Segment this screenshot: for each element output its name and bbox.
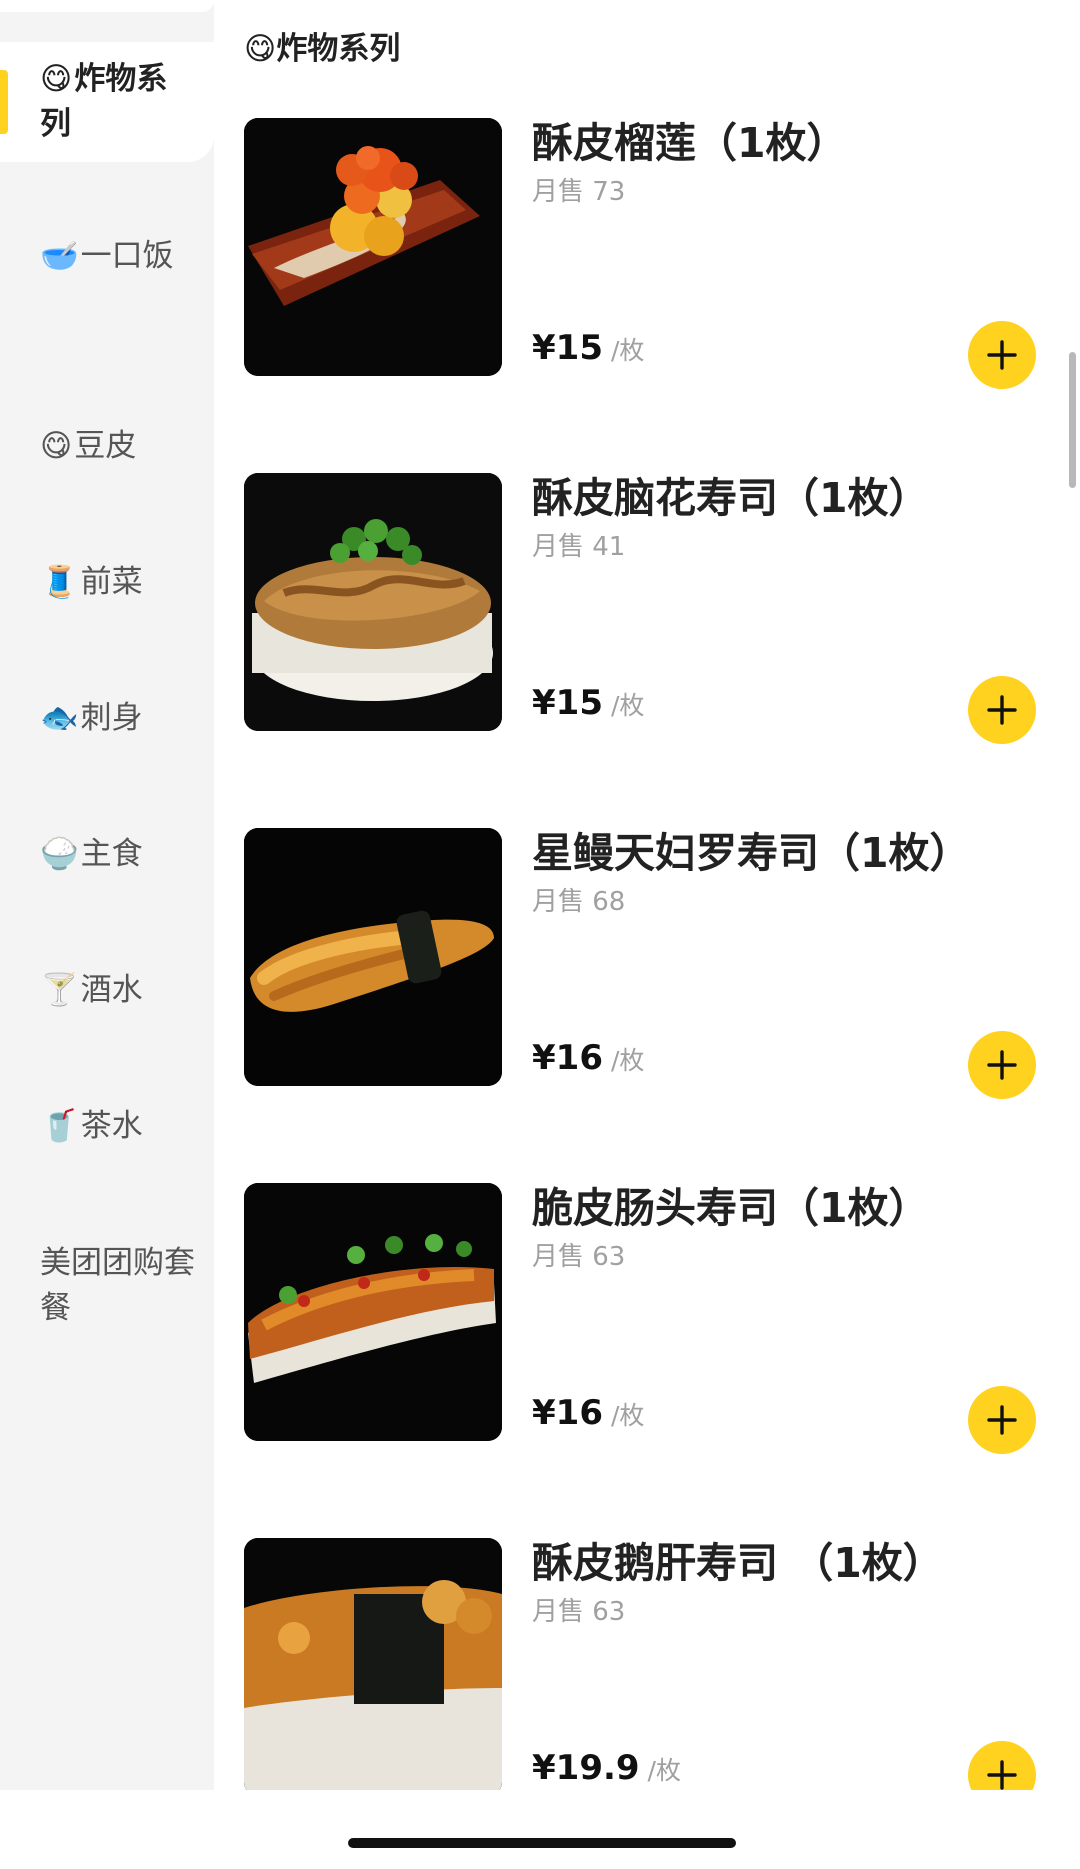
- menu-item[interactable]: 酥皮榴莲（1枚） 月售 73 ¥15/枚: [244, 118, 1080, 389]
- category-emoji-icon: 🧵: [40, 563, 79, 600]
- price-unit: /枚: [610, 336, 645, 365]
- category-staple[interactable]: 🍚主食: [0, 794, 214, 914]
- price: ¥16/枚: [532, 1389, 644, 1443]
- menu-item[interactable]: 酥皮脑花寿司（1枚） 月售 41 ¥15/枚: [244, 473, 1080, 744]
- category-sidebar: 😋炸物系列 🥣一口饭 😋豆皮 🧵前菜 🐟刺身 🍚主食 🍸酒水 🥤茶水 美团团购套…: [0, 0, 214, 1790]
- category-tea[interactable]: 🥤茶水: [0, 1066, 214, 1186]
- category-emoji-icon: 🍸: [40, 971, 79, 1008]
- section-title: 😋炸物系列: [244, 26, 400, 72]
- category-emoji-icon: 🐟: [40, 699, 79, 736]
- category-fried[interactable]: 😋炸物系列: [0, 42, 214, 162]
- category-label: 一口饭: [80, 237, 174, 274]
- price: ¥15/枚: [532, 679, 644, 733]
- dish-name: 星鳗天妇罗寿司（1枚）: [532, 829, 971, 877]
- home-indicator[interactable]: [348, 1838, 736, 1848]
- category-appetizer[interactable]: 🧵前菜: [0, 522, 214, 642]
- dish-photo[interactable]: [244, 473, 502, 731]
- category-label: 前菜: [80, 563, 143, 600]
- add-to-cart-button[interactable]: [968, 1031, 1036, 1099]
- price: ¥15/枚: [532, 324, 644, 378]
- category-emoji-icon: 🥤: [40, 1107, 79, 1144]
- scrollbar[interactable]: [1069, 352, 1076, 488]
- price-amount: ¥16: [532, 1393, 603, 1433]
- price-unit: /枚: [610, 1046, 645, 1075]
- monthly-sales: 月售 73: [532, 177, 626, 207]
- category-emoji-icon: 😋: [40, 61, 73, 97]
- dish-name: 酥皮脑花寿司（1枚）: [532, 474, 930, 522]
- category-one-bite-rice[interactable]: 🥣一口饭: [0, 196, 214, 316]
- menu-item[interactable]: 星鳗天妇罗寿司（1枚） 月售 68 ¥16/枚: [244, 828, 1080, 1099]
- category-label: 刺身: [80, 699, 143, 736]
- price-amount: ¥16: [532, 1038, 603, 1078]
- category-label: 美团团购套餐: [40, 1245, 195, 1326]
- price-amount: ¥19.9: [532, 1748, 640, 1788]
- sidebar-top-tab: [0, 0, 214, 12]
- category-meituan-package[interactable]: 美团团购套餐: [0, 1226, 214, 1346]
- dish-name: 酥皮榴莲（1枚）: [532, 119, 848, 167]
- bottom-bar: [0, 1790, 1080, 1869]
- price: ¥16/枚: [532, 1034, 644, 1088]
- plus-icon: [987, 340, 1017, 370]
- plus-icon: [987, 1405, 1017, 1435]
- price-unit: /枚: [610, 1401, 645, 1430]
- category-tofu-skin[interactable]: 😋豆皮: [0, 386, 214, 506]
- add-to-cart-button[interactable]: [968, 1386, 1036, 1454]
- category-label: 酒水: [80, 971, 143, 1008]
- category-emoji-icon: 😋: [40, 427, 73, 464]
- section-emoji-icon: 😋: [244, 31, 277, 67]
- price-unit: /枚: [647, 1756, 681, 1785]
- price-amount: ¥15: [532, 328, 603, 368]
- plus-icon: [987, 695, 1017, 725]
- monthly-sales: 月售 68: [532, 887, 626, 917]
- category-label: 主食: [80, 835, 143, 872]
- category-label: 茶水: [80, 1107, 143, 1144]
- price-unit: /枚: [610, 691, 645, 720]
- monthly-sales: 月售 63: [532, 1242, 626, 1272]
- category-label: 豆皮: [74, 427, 137, 464]
- price-amount: ¥15: [532, 683, 603, 723]
- dish-name: 酥皮鹅肝寿司 （1枚）: [532, 1539, 944, 1587]
- dish-photo[interactable]: [244, 1183, 502, 1441]
- dish-photo[interactable]: [244, 828, 502, 1086]
- dish-name: 脆皮肠头寿司（1枚）: [532, 1184, 930, 1232]
- menu-item[interactable]: 脆皮肠头寿司（1枚） 月售 63 ¥16/枚: [244, 1183, 1080, 1454]
- plus-icon: [987, 1760, 1017, 1790]
- plus-icon: [987, 1050, 1017, 1080]
- category-sashimi[interactable]: 🐟刺身: [0, 658, 214, 778]
- section-title-text: 炸物系列: [276, 31, 401, 67]
- menu-item[interactable]: 酥皮鹅肝寿司 （1枚） 月售 63 ¥19.9/枚: [244, 1538, 1080, 1809]
- dish-photo[interactable]: [244, 118, 502, 376]
- monthly-sales: 月售 41: [532, 532, 626, 562]
- monthly-sales: 月售 63: [532, 1597, 626, 1627]
- category-emoji-icon: 🥣: [40, 237, 79, 274]
- add-to-cart-button[interactable]: [968, 321, 1036, 389]
- category-emoji-icon: 🍚: [40, 835, 79, 872]
- category-drinks[interactable]: 🍸酒水: [0, 930, 214, 1050]
- add-to-cart-button[interactable]: [968, 676, 1036, 744]
- dish-photo[interactable]: [244, 1538, 502, 1796]
